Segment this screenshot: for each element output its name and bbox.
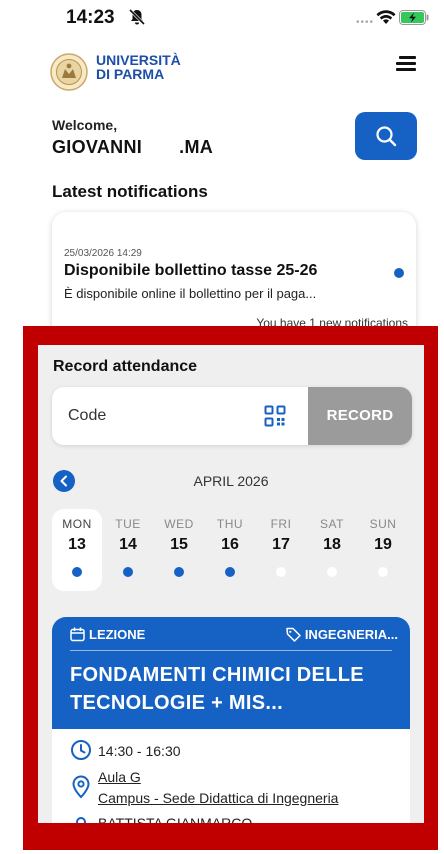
search-icon	[376, 126, 397, 147]
day-sat[interactable]: SAT 18	[307, 509, 357, 591]
calendar-icon	[70, 627, 85, 642]
day-wed[interactable]: WED 15	[154, 509, 204, 591]
notification-card[interactable]: 25/03/2026 14:29 Disponibile bollettino …	[52, 212, 416, 337]
notification-date: 25/03/2026 14:29	[64, 248, 142, 259]
event-dot-icon	[276, 567, 286, 577]
day-of-week: SAT	[320, 517, 344, 531]
day-tue[interactable]: TUE 14	[103, 509, 153, 591]
battery-charging-icon	[399, 10, 429, 25]
day-number: 18	[323, 536, 341, 553]
day-of-week: MON	[62, 517, 92, 531]
notification-body: È disponibile online il bollettino per i…	[64, 286, 317, 301]
event-dot-icon	[123, 567, 133, 577]
event-dot-icon	[378, 567, 388, 577]
lesson-room-link[interactable]: Aula G	[98, 769, 141, 785]
record-button[interactable]: RECORD	[308, 387, 412, 445]
university-name-line2: DI PARMA	[96, 66, 165, 82]
lesson-type-label: LEZIONE	[89, 627, 146, 642]
bell-muted-icon	[128, 8, 146, 26]
university-logo-icon	[50, 53, 88, 91]
day-of-week: THU	[216, 517, 244, 531]
day-number: 16	[221, 536, 239, 553]
attendance-panel: Record attendance Code RECORD APRIL 2026…	[38, 345, 424, 823]
lesson-department-label: INGEGNERIA...	[304, 627, 398, 642]
day-number: 15	[170, 536, 188, 553]
notifications-section-title: Latest notifications	[52, 182, 208, 201]
lesson-card[interactable]: LEZIONE INGEGNERIA... FONDAMENTI CHIMICI…	[52, 617, 410, 823]
lesson-time: 14:30 - 16:30	[98, 743, 181, 759]
day-of-week: FRI	[270, 517, 292, 531]
location-pin-icon	[72, 775, 90, 799]
day-fri[interactable]: FRI 17	[256, 509, 306, 591]
event-dot-icon	[327, 567, 337, 577]
signal-icon: ••••	[356, 17, 375, 28]
lesson-title: FONDAMENTI CHIMICI DELLE TECNOLOGIE + MI…	[70, 664, 364, 714]
day-of-week: WED	[164, 517, 194, 531]
day-number: 19	[374, 536, 392, 553]
day-of-week: SUN	[369, 517, 397, 531]
university-name-line1: UNIVERSITÀ	[96, 52, 181, 68]
day-thu[interactable]: THU 16	[205, 509, 255, 591]
user-name: GIOVANNI .MA	[52, 137, 214, 157]
record-attendance-title: Record attendance	[53, 358, 198, 375]
divider	[70, 650, 392, 651]
calendar-month: APRIL 2026	[193, 473, 269, 489]
lesson-teacher: BATTISTA GIANMARCO	[98, 815, 253, 823]
unread-dot-icon	[394, 268, 404, 278]
menu-icon[interactable]	[396, 56, 416, 74]
qr-code-icon[interactable]	[264, 405, 286, 427]
event-dot-icon	[225, 567, 235, 577]
lesson-type: LEZIONE	[70, 627, 145, 642]
day-sun[interactable]: SUN 19	[358, 509, 408, 591]
notification-title: Disponibile bollettino tasse 25-26	[64, 262, 318, 279]
status-time: 14:23	[66, 7, 115, 28]
event-dot-icon	[174, 567, 184, 577]
day-number: 13	[68, 536, 86, 553]
tag-icon	[286, 627, 301, 642]
university-name: UNIVERSITÀ DI PARMA	[96, 53, 181, 81]
search-button[interactable]	[355, 112, 417, 160]
person-icon	[76, 817, 86, 823]
week-strip: MON 13 TUE 14 WED 15 THU 16 FRI 17 SAT 1…	[52, 509, 410, 591]
code-input-group: Code RECORD	[52, 387, 412, 445]
status-bar: 14:23 ••••	[0, 0, 444, 44]
wifi-icon	[376, 10, 396, 24]
clock-icon	[71, 740, 91, 760]
lesson-campus-link[interactable]: Campus - Sede Didattica di Ingegneria	[98, 790, 338, 806]
day-number: 17	[272, 536, 290, 553]
day-of-week: TUE	[115, 517, 141, 531]
lesson-department: INGEGNERIA...	[286, 627, 398, 642]
event-dot-icon	[72, 567, 82, 577]
day-mon[interactable]: MON 13	[52, 509, 102, 591]
code-input[interactable]: Code	[68, 407, 106, 425]
day-number: 14	[119, 536, 137, 553]
welcome-label: Welcome,	[52, 117, 118, 133]
lesson-card-header: LEZIONE INGEGNERIA... FONDAMENTI CHIMICI…	[52, 617, 410, 729]
